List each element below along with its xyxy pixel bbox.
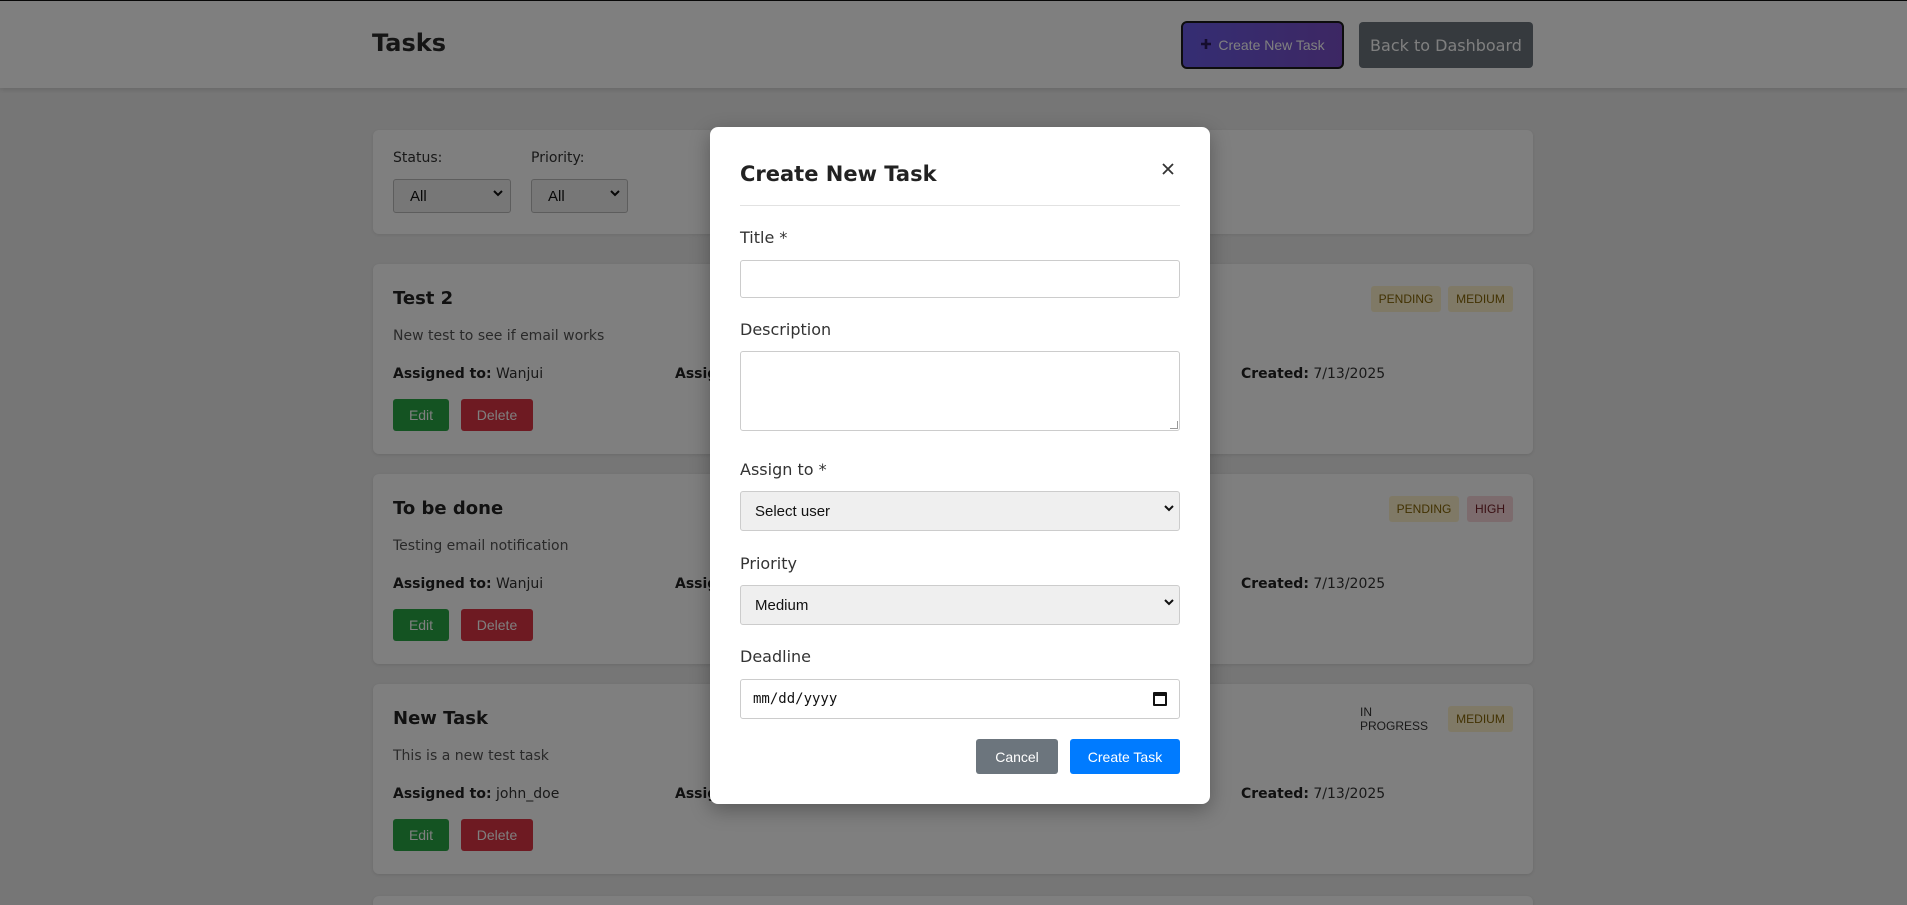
resize-handle-icon[interactable] — [1170, 421, 1178, 429]
modal-divider — [740, 205, 1180, 206]
chevron-down-icon — [1163, 596, 1175, 611]
priority-select[interactable]: Medium — [740, 585, 1180, 625]
cancel-button[interactable]: Cancel — [976, 739, 1058, 774]
description-wrapper — [740, 351, 1180, 431]
assign-user-value: Select user — [755, 502, 831, 520]
priority-field-label: Priority — [740, 554, 797, 573]
close-icon[interactable] — [1156, 155, 1180, 183]
assign-field-label: Assign to * — [740, 460, 827, 479]
description-field-label: Description — [740, 320, 832, 339]
deadline-date-input[interactable]: mm/dd/yyyy — [740, 679, 1180, 719]
create-task-modal: Create New Task Title * Description Assi… — [710, 127, 1210, 804]
title-field-label: Title * — [740, 228, 788, 247]
deadline-field-label: Deadline — [740, 647, 811, 666]
calendar-icon[interactable] — [1153, 692, 1167, 706]
description-textarea[interactable] — [740, 351, 1180, 431]
modal-title: Create New Task — [740, 162, 937, 186]
create-task-button[interactable]: Create Task — [1070, 739, 1180, 774]
priority-select-value: Medium — [755, 596, 809, 614]
assign-user-select[interactable]: Select user — [740, 491, 1180, 531]
deadline-placeholder: mm/dd/yyyy — [753, 691, 838, 707]
chevron-down-icon — [1163, 502, 1175, 517]
title-input[interactable] — [740, 260, 1180, 298]
